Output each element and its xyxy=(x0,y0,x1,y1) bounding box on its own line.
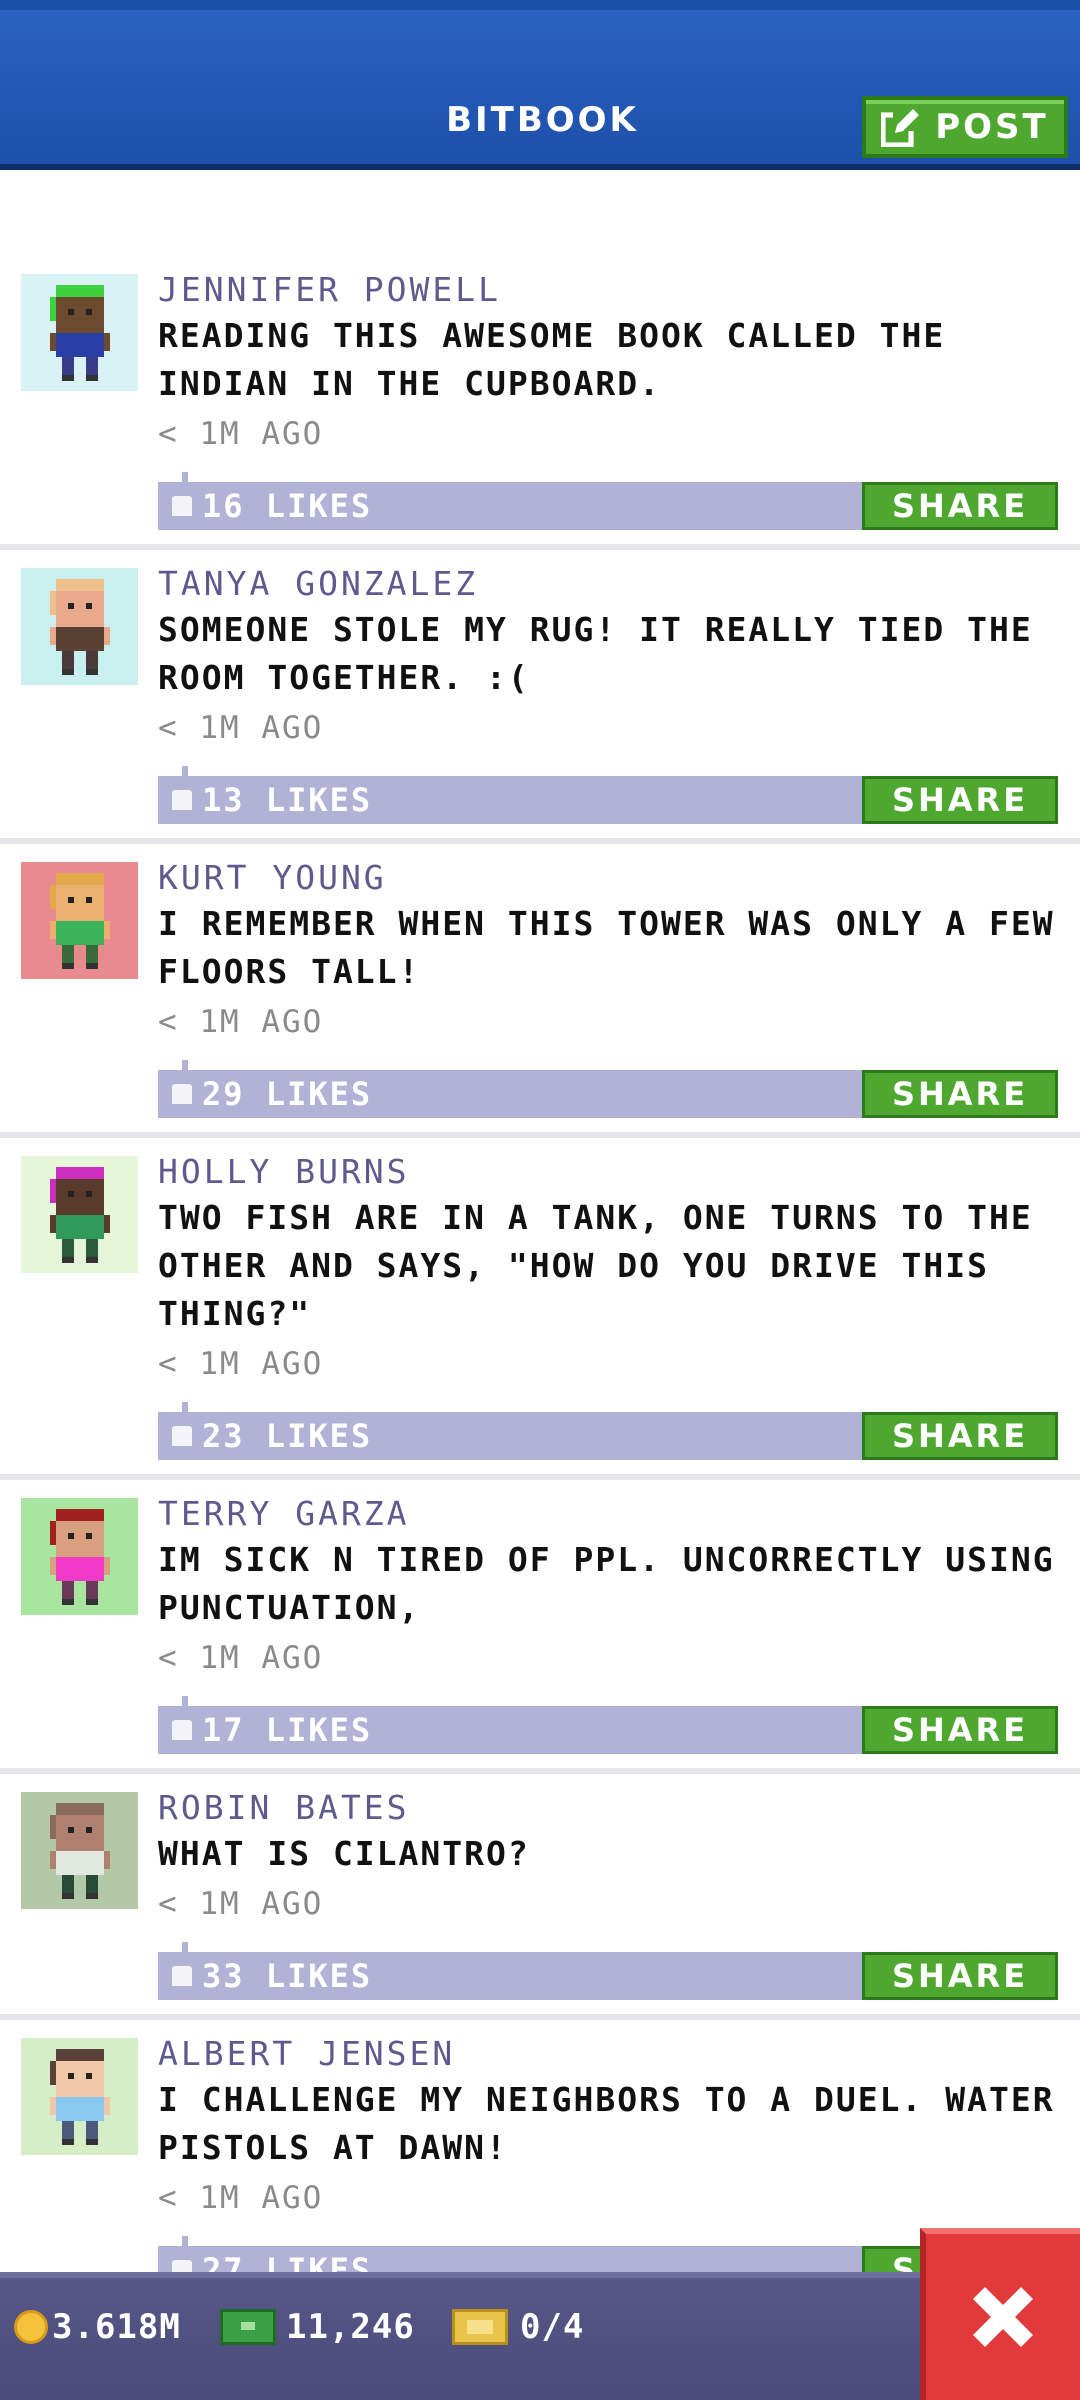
post-button-label: POST xyxy=(935,107,1049,147)
likes-count: 13 LIKES xyxy=(202,781,373,819)
close-button[interactable] xyxy=(920,2228,1080,2400)
feed-post: HOLLY BURNS TWO FISH ARE IN A TANK, ONE … xyxy=(0,1138,1080,1480)
likes-count: 17 LIKES xyxy=(202,1711,373,1749)
avatar xyxy=(21,2038,138,2155)
post-timestamp: < 1M AGO xyxy=(158,1640,324,1676)
post-message: IM SICK N TIRED OF PPL. UNCORRECTLY USIN… xyxy=(158,1540,1055,1627)
person-avatar-icon xyxy=(49,1802,110,1899)
post-author[interactable]: TANYA GONZALEZ xyxy=(158,562,1058,606)
feed-post: TANYA GONZALEZ SOMEONE STOLE MY RUG! IT … xyxy=(0,550,1080,844)
share-button[interactable]: SHARE xyxy=(862,1952,1058,2000)
coins-value: 3.618M xyxy=(52,2307,181,2347)
share-button[interactable]: SHARE xyxy=(862,1412,1058,1460)
likes-count: 16 LIKES xyxy=(202,487,373,525)
post-feed[interactable]: JENNIFER POWELL READING THIS AWESOME BOO… xyxy=(0,256,1080,2314)
coins-stat: 3.618M xyxy=(14,2302,181,2352)
post-timestamp: < 1M AGO xyxy=(158,1346,324,1382)
like-icon[interactable] xyxy=(172,496,192,516)
bux-value: 11,246 xyxy=(286,2307,415,2347)
share-button[interactable]: SHARE xyxy=(862,1706,1058,1754)
likes-bar: 33 LIKES SHARE xyxy=(158,1942,1058,2000)
post-timestamp: < 1M AGO xyxy=(158,1886,324,1922)
person-avatar-icon xyxy=(49,284,110,381)
like-icon[interactable] xyxy=(172,1720,192,1740)
post-timestamp: < 1M AGO xyxy=(158,1004,324,1040)
bottom-status-bar: 3.618M 11,246 0/4 xyxy=(0,2272,1080,2400)
share-button[interactable]: SHARE xyxy=(862,482,1058,530)
likes-bar: 13 LIKES SHARE xyxy=(158,766,1058,824)
close-icon xyxy=(973,2287,1033,2347)
tickets-stat: 0/4 xyxy=(452,2302,584,2352)
coin-icon xyxy=(14,2310,48,2344)
feed-post: KURT YOUNG I REMEMBER WHEN THIS TOWER WA… xyxy=(0,844,1080,1138)
person-avatar-icon xyxy=(49,1508,110,1605)
like-icon[interactable] xyxy=(172,1084,192,1104)
likes-bar: 17 LIKES SHARE xyxy=(158,1696,1058,1754)
likes-bar: 29 LIKES SHARE xyxy=(158,1060,1058,1118)
avatar xyxy=(21,1792,138,1909)
post-timestamp: < 1M AGO xyxy=(158,416,324,452)
avatar xyxy=(21,274,138,391)
like-icon[interactable] xyxy=(172,1426,192,1446)
share-button[interactable]: SHARE xyxy=(862,1070,1058,1118)
avatar xyxy=(21,1156,138,1273)
avatar xyxy=(21,1498,138,1615)
post-message: READING THIS AWESOME BOOK CALLED THE IND… xyxy=(158,316,946,403)
feed-post: ALBERT JENSEN I CHALLENGE MY NEIGHBORS T… xyxy=(0,2020,1080,2314)
post-author[interactable]: KURT YOUNG xyxy=(158,856,1058,900)
avatar xyxy=(21,568,138,685)
feed-post: TERRY GARZA IM SICK N TIRED OF PPL. UNCO… xyxy=(0,1480,1080,1774)
like-icon[interactable] xyxy=(172,1966,192,1986)
post-author[interactable]: ALBERT JENSEN xyxy=(158,2032,1058,2076)
post-message: TWO FISH ARE IN A TANK, ONE TURNS TO THE… xyxy=(158,1198,1033,1333)
post-message: I CHALLENGE MY NEIGHBORS TO A DUEL. WATE… xyxy=(158,2080,1055,2167)
post-message: WHAT IS CILANTRO? xyxy=(158,1834,530,1873)
app-header: BITBOOK POST xyxy=(0,0,1080,170)
person-avatar-icon xyxy=(49,2048,110,2145)
post-author[interactable]: JENNIFER POWELL xyxy=(158,268,1058,312)
likes-bar: 23 LIKES SHARE xyxy=(158,1402,1058,1460)
feed-post: JENNIFER POWELL READING THIS AWESOME BOO… xyxy=(0,256,1080,550)
post-message: I REMEMBER WHEN THIS TOWER WAS ONLY A FE… xyxy=(158,904,1055,991)
post-author[interactable]: ROBIN BATES xyxy=(158,1786,1058,1830)
tickets-value: 0/4 xyxy=(520,2307,585,2347)
avatar xyxy=(21,862,138,979)
post-timestamp: < 1M AGO xyxy=(158,710,324,746)
person-avatar-icon xyxy=(49,872,110,969)
like-icon[interactable] xyxy=(172,790,192,810)
person-avatar-icon xyxy=(49,578,110,675)
likes-count: 33 LIKES xyxy=(202,1957,373,1995)
post-timestamp: < 1M AGO xyxy=(158,2180,324,2216)
likes-count: 29 LIKES xyxy=(202,1075,373,1113)
share-button[interactable]: SHARE xyxy=(862,776,1058,824)
compose-icon xyxy=(881,109,920,147)
likes-bar: 16 LIKES SHARE xyxy=(158,472,1058,530)
bux-stat: 11,246 xyxy=(220,2302,415,2352)
post-author[interactable]: HOLLY BURNS xyxy=(158,1150,1058,1194)
post-button[interactable]: POST xyxy=(862,96,1068,158)
post-author[interactable]: TERRY GARZA xyxy=(158,1492,1058,1536)
person-avatar-icon xyxy=(49,1166,110,1263)
bux-icon xyxy=(220,2309,276,2345)
feed-post: ROBIN BATES WHAT IS CILANTRO? < 1M AGO 3… xyxy=(0,1774,1080,2020)
post-message: SOMEONE STOLE MY RUG! IT REALLY TIED THE… xyxy=(158,610,1033,697)
ticket-icon xyxy=(452,2309,508,2345)
likes-count: 23 LIKES xyxy=(202,1417,373,1455)
